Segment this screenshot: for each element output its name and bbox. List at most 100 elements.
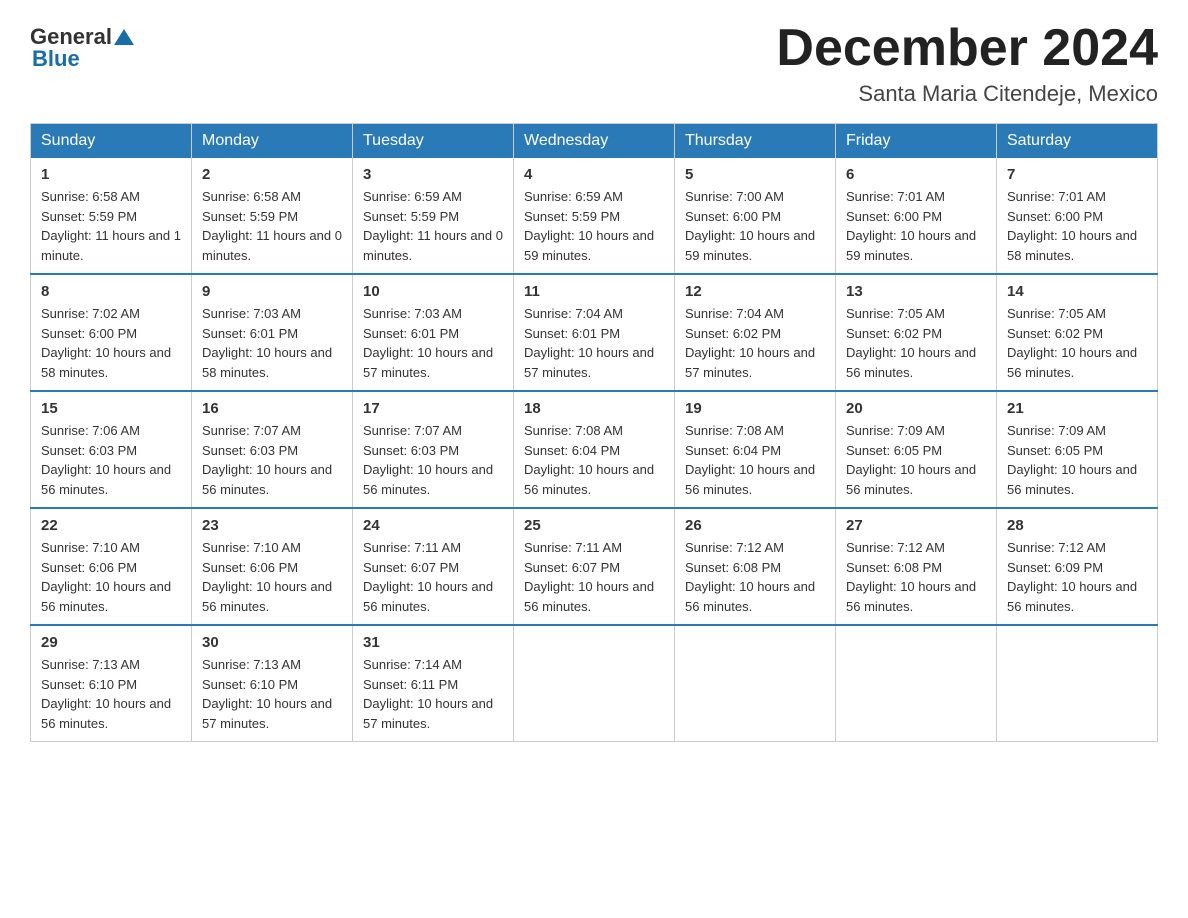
- day-info: Sunrise: 7:08 AMSunset: 6:04 PMDaylight:…: [685, 421, 825, 499]
- header-wednesday: Wednesday: [514, 124, 675, 159]
- calendar-cell: 8 Sunrise: 7:02 AMSunset: 6:00 PMDaylight…: [31, 274, 192, 391]
- calendar-cell: 5 Sunrise: 7:00 AMSunset: 6:00 PMDaylight…: [675, 158, 836, 274]
- day-info: Sunrise: 7:11 AMSunset: 6:07 PMDaylight:…: [363, 538, 503, 616]
- day-number: 22: [41, 517, 181, 534]
- day-number: 2: [202, 166, 342, 183]
- calendar-week-row: 8 Sunrise: 7:02 AMSunset: 6:00 PMDaylight…: [31, 274, 1158, 391]
- day-number: 14: [1007, 283, 1147, 300]
- header-thursday: Thursday: [675, 124, 836, 159]
- location-text: Santa Maria Citendeje, Mexico: [776, 81, 1158, 107]
- calendar-week-row: 15 Sunrise: 7:06 AMSunset: 6:03 PMDayligh…: [31, 391, 1158, 508]
- calendar-cell: 29 Sunrise: 7:13 AMSunset: 6:10 PMDayligh…: [31, 625, 192, 742]
- day-number: 16: [202, 400, 342, 417]
- calendar-cell: 14 Sunrise: 7:05 AMSunset: 6:02 PMDayligh…: [997, 274, 1158, 391]
- calendar-cell: 9 Sunrise: 7:03 AMSunset: 6:01 PMDaylight…: [192, 274, 353, 391]
- day-number: 3: [363, 166, 503, 183]
- calendar-cell: 16 Sunrise: 7:07 AMSunset: 6:03 PMDayligh…: [192, 391, 353, 508]
- day-info: Sunrise: 7:04 AMSunset: 6:01 PMDaylight:…: [524, 304, 664, 382]
- page-header: General Blue December 2024 Santa Maria C…: [30, 20, 1158, 107]
- calendar-cell: 26 Sunrise: 7:12 AMSunset: 6:08 PMDayligh…: [675, 508, 836, 625]
- day-number: 30: [202, 634, 342, 651]
- day-info: Sunrise: 6:58 AMSunset: 5:59 PMDaylight:…: [41, 187, 181, 265]
- day-number: 19: [685, 400, 825, 417]
- calendar-cell: 3 Sunrise: 6:59 AMSunset: 5:59 PMDaylight…: [353, 158, 514, 274]
- day-info: Sunrise: 7:12 AMSunset: 6:08 PMDaylight:…: [685, 538, 825, 616]
- day-number: 26: [685, 517, 825, 534]
- calendar-cell: 28 Sunrise: 7:12 AMSunset: 6:09 PMDayligh…: [997, 508, 1158, 625]
- day-info: Sunrise: 7:10 AMSunset: 6:06 PMDaylight:…: [41, 538, 181, 616]
- calendar-cell: [675, 625, 836, 742]
- day-info: Sunrise: 7:12 AMSunset: 6:08 PMDaylight:…: [846, 538, 986, 616]
- day-number: 4: [524, 166, 664, 183]
- logo-blue-text: Blue: [32, 46, 80, 72]
- calendar-table: Sunday Monday Tuesday Wednesday Thursday…: [30, 123, 1158, 742]
- day-number: 31: [363, 634, 503, 651]
- day-info: Sunrise: 7:07 AMSunset: 6:03 PMDaylight:…: [363, 421, 503, 499]
- day-number: 1: [41, 166, 181, 183]
- day-number: 12: [685, 283, 825, 300]
- day-info: Sunrise: 6:59 AMSunset: 5:59 PMDaylight:…: [363, 187, 503, 265]
- day-number: 17: [363, 400, 503, 417]
- calendar-cell: 30 Sunrise: 7:13 AMSunset: 6:10 PMDayligh…: [192, 625, 353, 742]
- day-info: Sunrise: 7:01 AMSunset: 6:00 PMDaylight:…: [1007, 187, 1147, 265]
- day-number: 21: [1007, 400, 1147, 417]
- calendar-cell: 10Sunrise: 7:03 AMSunset: 6:01 PMDayligh…: [353, 274, 514, 391]
- day-number: 6: [846, 166, 986, 183]
- day-info: Sunrise: 7:05 AMSunset: 6:02 PMDaylight:…: [846, 304, 986, 382]
- day-info: Sunrise: 7:12 AMSunset: 6:09 PMDaylight:…: [1007, 538, 1147, 616]
- header-sunday: Sunday: [31, 124, 192, 159]
- calendar-cell: [997, 625, 1158, 742]
- day-info: Sunrise: 6:59 AMSunset: 5:59 PMDaylight:…: [524, 187, 664, 265]
- header-friday: Friday: [836, 124, 997, 159]
- calendar-cell: 13 Sunrise: 7:05 AMSunset: 6:02 PMDayligh…: [836, 274, 997, 391]
- logo: General Blue: [30, 20, 136, 72]
- day-number: 29: [41, 634, 181, 651]
- day-info: Sunrise: 7:07 AMSunset: 6:03 PMDaylight:…: [202, 421, 342, 499]
- calendar-cell: 7 Sunrise: 7:01 AMSunset: 6:00 PMDaylight…: [997, 158, 1158, 274]
- logo-triangle-icon: [114, 29, 134, 45]
- calendar-cell: 4 Sunrise: 6:59 AMSunset: 5:59 PMDaylight…: [514, 158, 675, 274]
- day-number: 9: [202, 283, 342, 300]
- day-number: 15: [41, 400, 181, 417]
- day-info: Sunrise: 7:09 AMSunset: 6:05 PMDaylight:…: [1007, 421, 1147, 499]
- day-info: Sunrise: 7:04 AMSunset: 6:02 PMDaylight:…: [685, 304, 825, 382]
- title-section: December 2024 Santa Maria Citendeje, Mex…: [776, 20, 1158, 107]
- day-number: 18: [524, 400, 664, 417]
- calendar-cell: 12 Sunrise: 7:04 AMSunset: 6:02 PMDayligh…: [675, 274, 836, 391]
- day-info: Sunrise: 7:01 AMSunset: 6:00 PMDaylight:…: [846, 187, 986, 265]
- calendar-week-row: 29 Sunrise: 7:13 AMSunset: 6:10 PMDayligh…: [31, 625, 1158, 742]
- day-number: 13: [846, 283, 986, 300]
- day-number: 20: [846, 400, 986, 417]
- calendar-cell: 27 Sunrise: 7:12 AMSunset: 6:08 PMDayligh…: [836, 508, 997, 625]
- header-tuesday: Tuesday: [353, 124, 514, 159]
- day-info: Sunrise: 7:00 AMSunset: 6:00 PMDaylight:…: [685, 187, 825, 265]
- month-title: December 2024: [776, 20, 1158, 77]
- calendar-cell: 17 Sunrise: 7:07 AMSunset: 6:03 PMDayligh…: [353, 391, 514, 508]
- header-saturday: Saturday: [997, 124, 1158, 159]
- day-number: 23: [202, 517, 342, 534]
- day-info: Sunrise: 7:05 AMSunset: 6:02 PMDaylight:…: [1007, 304, 1147, 382]
- day-info: Sunrise: 7:09 AMSunset: 6:05 PMDaylight:…: [846, 421, 986, 499]
- calendar-cell: 6 Sunrise: 7:01 AMSunset: 6:00 PMDaylight…: [836, 158, 997, 274]
- calendar-cell: 1 Sunrise: 6:58 AMSunset: 5:59 PMDaylight…: [31, 158, 192, 274]
- day-number: 27: [846, 517, 986, 534]
- day-number: 8: [41, 283, 181, 300]
- day-info: Sunrise: 7:06 AMSunset: 6:03 PMDaylight:…: [41, 421, 181, 499]
- day-info: Sunrise: 7:11 AMSunset: 6:07 PMDaylight:…: [524, 538, 664, 616]
- calendar-cell: 15 Sunrise: 7:06 AMSunset: 6:03 PMDayligh…: [31, 391, 192, 508]
- day-number: 28: [1007, 517, 1147, 534]
- day-info: Sunrise: 7:03 AMSunset: 6:01 PMDaylight:…: [202, 304, 342, 382]
- day-info: Sunrise: 7:14 AMSunset: 6:11 PMDaylight:…: [363, 655, 503, 733]
- day-info: Sunrise: 7:03 AMSunset: 6:01 PMDaylight:…: [363, 304, 503, 382]
- day-info: Sunrise: 6:58 AMSunset: 5:59 PMDaylight:…: [202, 187, 342, 265]
- calendar-week-row: 1 Sunrise: 6:58 AMSunset: 5:59 PMDaylight…: [31, 158, 1158, 274]
- day-number: 5: [685, 166, 825, 183]
- calendar-cell: 23Sunrise: 7:10 AMSunset: 6:06 PMDayligh…: [192, 508, 353, 625]
- day-info: Sunrise: 7:13 AMSunset: 6:10 PMDaylight:…: [202, 655, 342, 733]
- day-info: Sunrise: 7:13 AMSunset: 6:10 PMDaylight:…: [41, 655, 181, 733]
- calendar-cell: 25Sunrise: 7:11 AMSunset: 6:07 PMDayligh…: [514, 508, 675, 625]
- calendar-cell: [514, 625, 675, 742]
- day-number: 7: [1007, 166, 1147, 183]
- calendar-cell: 18Sunrise: 7:08 AMSunset: 6:04 PMDayligh…: [514, 391, 675, 508]
- day-info: Sunrise: 7:02 AMSunset: 6:00 PMDaylight:…: [41, 304, 181, 382]
